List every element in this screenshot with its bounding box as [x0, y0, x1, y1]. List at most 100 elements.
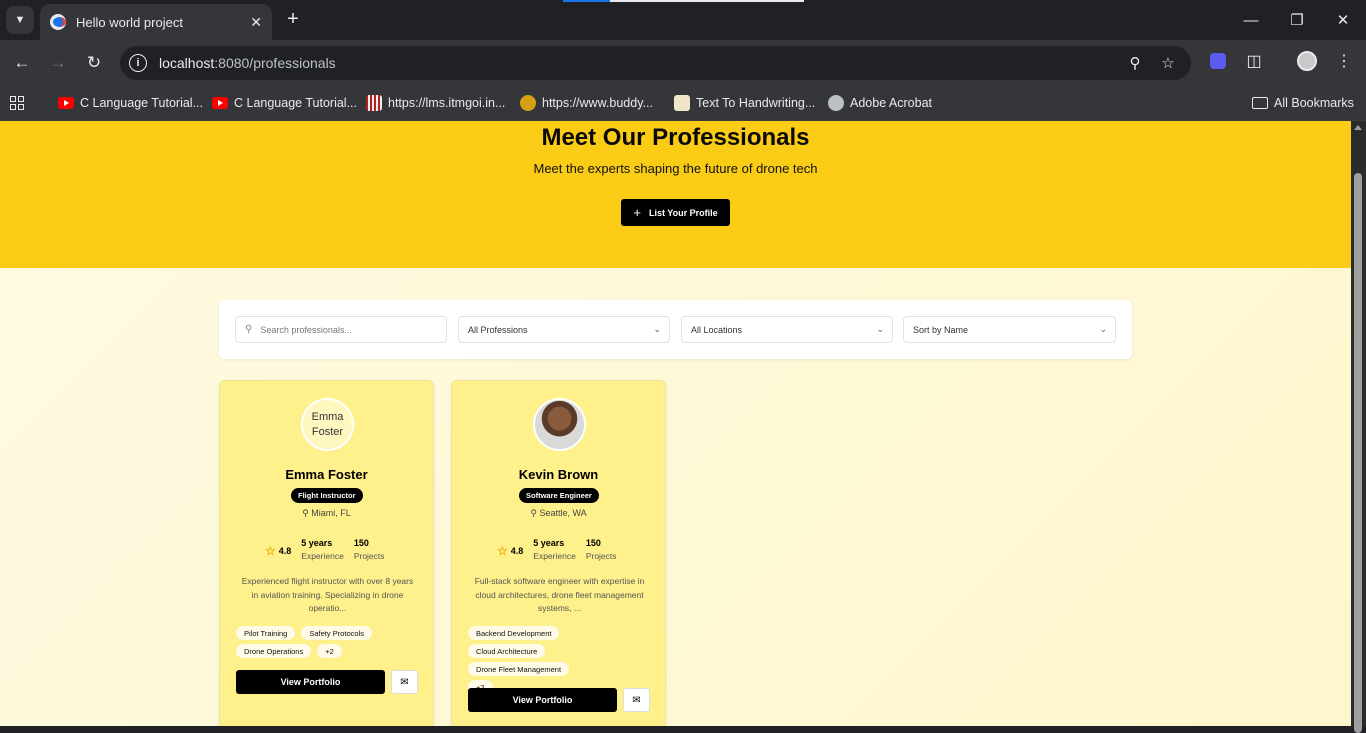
description: Experienced flight instructor with over …	[241, 576, 414, 613]
search-placeholder: Search professionals...	[260, 324, 352, 335]
youtube-icon	[58, 97, 74, 109]
lms-icon	[366, 95, 382, 111]
new-tab-button[interactable]: +	[282, 8, 304, 30]
filter-bar: ⚲ Search professionals... All Profession…	[219, 300, 1132, 359]
projects-label: Projects	[585, 551, 617, 561]
back-button[interactable]: ←	[10, 51, 34, 75]
extension-icon[interactable]	[1208, 51, 1228, 71]
tag: Pilot Training	[236, 626, 296, 640]
projects-label: Projects	[353, 551, 385, 561]
professional-card: Kevin Brown Software Engineer ⚲ Seattle,…	[451, 380, 666, 726]
experience-stat: 5 years Experience	[533, 538, 576, 561]
tag: Backend Development	[468, 626, 560, 640]
bookmark-label: https://www.buddy...	[542, 96, 653, 110]
apps-icon[interactable]	[10, 92, 24, 114]
rating: ☆ 4.8	[265, 544, 291, 558]
profile-avatar[interactable]	[1297, 51, 1317, 71]
vertical-scrollbar[interactable]	[1351, 121, 1366, 733]
all-bookmarks-button[interactable]: All Bookmarks	[1252, 92, 1354, 114]
zoom-icon[interactable]: ⚲	[1126, 54, 1144, 72]
buddy-icon	[520, 95, 536, 111]
bookmark-item[interactable]: Text To Handwriting...	[674, 92, 815, 114]
location-text: ⚲ Miami, FL	[220, 508, 433, 519]
globe-icon	[828, 95, 844, 111]
address-bar[interactable]: i localhost:8080/professionals ⚲ ☆	[120, 46, 1191, 80]
list-profile-button[interactable]: + List Your Profile	[621, 199, 730, 226]
profession-select[interactable]: All Professions ⌄	[458, 316, 670, 343]
projects-value: 150	[353, 538, 369, 548]
tab-title: Hello world project	[76, 14, 183, 30]
scrollbar-thumb[interactable]	[1354, 173, 1362, 733]
url-host: localhost	[159, 55, 215, 71]
role-badge: Flight Instructor	[291, 488, 363, 503]
view-portfolio-button[interactable]: View Portfolio	[236, 670, 385, 694]
reload-button[interactable]: ↻	[82, 51, 106, 75]
avatar: Emma Foster	[301, 398, 354, 451]
plus-icon: +	[633, 205, 641, 220]
contact-button[interactable]: ✉	[623, 688, 650, 712]
projects-value: 150	[585, 538, 601, 548]
bookmark-item[interactable]: C Language Tutorial...	[212, 92, 357, 114]
tag-list: Pilot Training Safety Protocols Drone Op…	[236, 626, 396, 658]
loading-indicator	[563, 0, 804, 2]
site-info-icon[interactable]: i	[129, 54, 147, 72]
sort-value: Sort by Name	[913, 324, 969, 335]
arrow-right-icon: →	[49, 53, 67, 72]
close-window-button[interactable]: ✕	[1320, 0, 1366, 40]
page-viewport: Meet Our Professionals Meet the experts …	[0, 121, 1351, 726]
puzzle-icon[interactable]: ◫	[1244, 51, 1264, 71]
tag: Cloud Architecture	[468, 644, 546, 658]
location-value: Miami, FL	[311, 508, 351, 518]
mail-icon: ✉	[632, 694, 641, 706]
page-subtitle: Meet the experts shaping the future of d…	[533, 161, 818, 176]
contact-button[interactable]: ✉	[391, 670, 418, 694]
tab-search-button[interactable]: ▼	[6, 6, 34, 34]
restore-button[interactable]: ❐	[1274, 0, 1320, 40]
stats-row: ☆ 4.8 5 years Experience 150 Projects	[497, 538, 617, 561]
scroll-up-arrow-icon[interactable]	[1354, 125, 1362, 130]
bookmark-item[interactable]: https://lms.itmgoi.in...	[366, 92, 505, 114]
role-badge: Software Engineer	[519, 488, 599, 503]
browser-toolbar: ← → ↻ i localhost:8080/professionals ⚲ ☆	[0, 40, 1366, 86]
memo-icon	[674, 95, 690, 111]
experience-value: 5 years	[301, 538, 333, 548]
bookmark-label: C Language Tutorial...	[234, 96, 357, 110]
browser-tab-strip: ▼ Hello world project ✕ + — ❐ ✕	[0, 0, 1366, 40]
more-menu-icon[interactable]: ⋮	[1334, 51, 1354, 71]
sort-select[interactable]: Sort by Name ⌄	[903, 316, 1116, 343]
bookmark-item[interactable]: https://www.buddy...	[520, 92, 653, 114]
map-pin-icon: ⚲	[530, 508, 537, 518]
professional-name: Kevin Brown	[518, 467, 599, 482]
bookmark-label: https://lms.itmgoi.in...	[388, 96, 506, 110]
tag: Drone Fleet Management	[468, 662, 570, 676]
close-tab-icon[interactable]: ✕	[250, 14, 262, 31]
tag: Drone Operations	[236, 644, 312, 658]
location-select[interactable]: All Locations ⌄	[681, 316, 893, 343]
mail-icon: ✉	[400, 676, 409, 688]
search-input[interactable]: ⚲ Search professionals...	[235, 316, 447, 343]
search-icon: ⚲	[245, 324, 253, 335]
reload-icon: ↻	[86, 53, 102, 72]
location-value: Seattle, WA	[539, 508, 587, 518]
avatar	[533, 398, 586, 451]
rating-value: 4.8	[510, 546, 524, 556]
tag: Safety Protocols	[301, 626, 372, 640]
tag-more: +2	[317, 644, 342, 658]
bookmark-item[interactable]: C Language Tutorial...	[58, 92, 203, 114]
experience-label: Experience	[533, 551, 576, 561]
professional-name: Emma Foster	[285, 467, 368, 482]
chevron-down-icon: ⌄	[1099, 324, 1107, 334]
browser-tab[interactable]: Hello world project ✕	[40, 4, 272, 40]
bookmark-item[interactable]: Adobe Acrobat	[828, 92, 932, 114]
folder-icon	[1252, 97, 1268, 109]
view-portfolio-button[interactable]: View Portfolio	[468, 688, 617, 712]
location-value: All Locations	[691, 324, 743, 335]
forward-button[interactable]: →	[46, 51, 70, 75]
hero-section: Meet Our Professionals Meet the experts …	[0, 121, 1351, 268]
minimize-button[interactable]: —	[1228, 0, 1274, 40]
bookmark-star-icon[interactable]: ☆	[1159, 54, 1177, 72]
chevron-down-icon: ⌄	[876, 324, 884, 334]
chevron-down-icon: ▼	[14, 14, 26, 26]
rating-value: 4.8	[278, 546, 292, 556]
star-icon: ☆	[497, 544, 508, 558]
